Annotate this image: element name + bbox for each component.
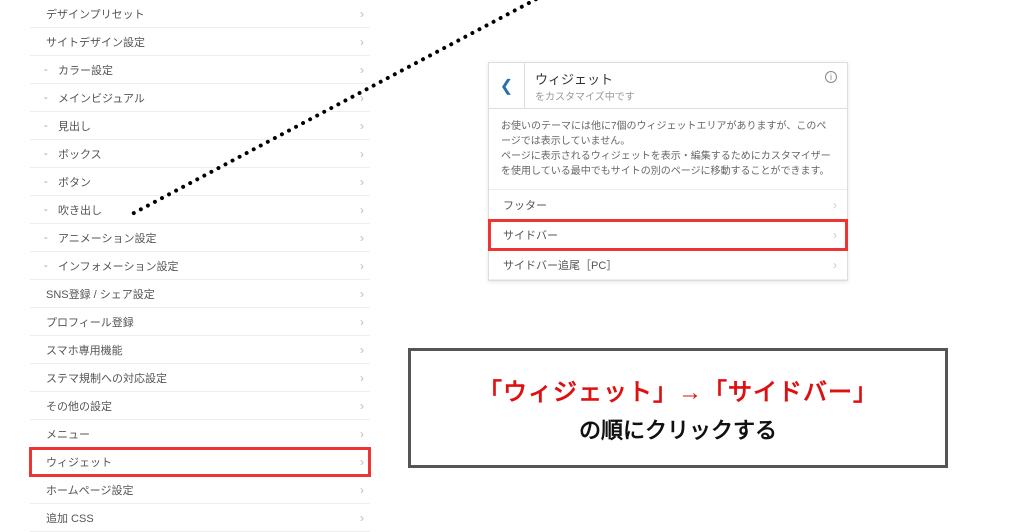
sidebar-item-13[interactable]: ステマ規制への対応設定 › — [30, 364, 370, 392]
sidebar-item-label: 見出し — [58, 118, 91, 134]
sidebar: デザインプリセット›サイトデザイン設定›カラー設定›メインビジュアル›見出し›ボ… — [30, 0, 370, 532]
instruction-callout: 「ウィジェット」→「サイドバー」 の順にクリックする — [408, 348, 948, 468]
sidebar-item-label: ステマ規制への対応設定 — [46, 370, 167, 386]
sidebar-item-label: アニメーション設定 — [58, 230, 157, 246]
chevron-right-icon: › — [360, 148, 364, 160]
panel-title-wrap: ウィジェット をカスタマイズ中です — [525, 69, 847, 103]
chevron-right-icon: › — [360, 260, 364, 272]
sidebar-item-10[interactable]: SNS登録 / シェア設定 › — [30, 280, 370, 308]
sidebar-item-17[interactable]: ホームページ設定 › — [30, 476, 370, 504]
chevron-right-icon: › — [360, 456, 364, 468]
sidebar-item-label: スマホ専用機能 — [46, 342, 123, 358]
chevron-right-icon: › — [360, 120, 364, 132]
sidebar-item-5[interactable]: ボックス › — [30, 140, 370, 168]
panel-header: ❮ ウィジェット をカスタマイズ中です i — [489, 63, 847, 109]
chevron-left-icon: ❮ — [500, 76, 513, 96]
sidebar-item-8[interactable]: アニメーション設定 › — [30, 224, 370, 252]
callout-line-1: 「ウィジェット」→「サイドバー」 — [478, 372, 878, 407]
chevron-right-icon: › — [833, 229, 837, 241]
sidebar-item-label: SNS登録 / シェア設定 — [46, 286, 155, 302]
sidebar-item-label: メインビジュアル — [58, 90, 145, 106]
sidebar-item-label: ボックス — [58, 146, 102, 162]
sidebar-item-6[interactable]: ボタン › — [30, 168, 370, 196]
sidebar-item-16[interactable]: ウィジェット › — [30, 448, 370, 476]
sidebar-item-15[interactable]: メニュー › — [30, 420, 370, 448]
chevron-right-icon: › — [360, 512, 364, 524]
sidebar-item-label: カラー設定 — [58, 62, 113, 78]
back-button[interactable]: ❮ — [489, 63, 525, 109]
chevron-right-icon: › — [833, 199, 837, 211]
sidebar-item-3[interactable]: メインビジュアル › — [30, 84, 370, 112]
sidebar-item-11[interactable]: プロフィール登録 › — [30, 308, 370, 336]
chevron-right-icon: › — [360, 400, 364, 412]
sidebar-item-7[interactable]: 吹き出し › — [30, 196, 370, 224]
chevron-right-icon: › — [360, 36, 364, 48]
sidebar-item-2[interactable]: カラー設定 › — [30, 56, 370, 84]
panel-row-label: サイドバー追尾［PC］ — [503, 257, 617, 273]
sidebar-item-label: ウィジェット — [46, 454, 112, 470]
sidebar-item-label: メニュー — [46, 426, 90, 442]
sidebar-item-label: 吹き出し — [58, 202, 102, 218]
chevron-right-icon: › — [360, 232, 364, 244]
panel-desc-line1: お使いのテーマには他に7個のウィジェットエリアがありますが、このページでは表示し… — [501, 119, 835, 149]
panel-description: お使いのテーマには他に7個のウィジェットエリアがありますが、このページでは表示し… — [489, 109, 847, 190]
info-icon[interactable]: i — [825, 71, 837, 83]
panel-row-label: フッター — [503, 197, 547, 213]
chevron-right-icon: › — [360, 316, 364, 328]
panel-row-2[interactable]: サイドバー追尾［PC］ › — [489, 250, 847, 280]
chevron-right-icon: › — [360, 372, 364, 384]
sidebar-item-12[interactable]: スマホ専用機能 › — [30, 336, 370, 364]
chevron-right-icon: › — [833, 259, 837, 271]
chevron-right-icon: › — [360, 428, 364, 440]
sidebar-item-label: インフォメーション設定 — [58, 258, 178, 274]
widget-panel: ❮ ウィジェット をカスタマイズ中です i お使いのテーマには他に7個のウィジェ… — [488, 62, 848, 281]
sidebar-item-14[interactable]: その他の設定 › — [30, 392, 370, 420]
chevron-right-icon: › — [360, 176, 364, 188]
sidebar-item-label: デザインプリセット — [46, 6, 145, 22]
panel-title: ウィジェット — [535, 69, 837, 88]
sidebar-item-0[interactable]: デザインプリセット › — [30, 0, 370, 28]
sidebar-item-label: その他の設定 — [46, 398, 112, 414]
sidebar-item-18[interactable]: 追加 CSS› — [30, 504, 370, 532]
chevron-right-icon: › — [360, 64, 364, 76]
chevron-right-icon: › — [360, 344, 364, 356]
panel-subtitle: をカスタマイズ中です — [535, 88, 837, 103]
sidebar-item-9[interactable]: インフォメーション設定 › — [30, 252, 370, 280]
callout-line-2: の順にクリックする — [478, 413, 878, 445]
chevron-right-icon: › — [360, 484, 364, 496]
chevron-right-icon: › — [360, 92, 364, 104]
panel-row-label: サイドバー — [503, 227, 558, 243]
sidebar-item-label: ボタン — [58, 174, 91, 190]
sidebar-item-4[interactable]: 見出し › — [30, 112, 370, 140]
sidebar-item-label: プロフィール登録 — [46, 314, 134, 330]
sidebar-item-label: ホームページ設定 — [46, 482, 133, 498]
panel-row-1[interactable]: サイドバー › — [489, 220, 847, 250]
sidebar-item-1[interactable]: サイトデザイン設定 › — [30, 28, 370, 56]
sidebar-item-label: サイトデザイン設定 — [46, 34, 145, 50]
chevron-right-icon: › — [360, 204, 364, 216]
panel-row-0[interactable]: フッター › — [489, 190, 847, 220]
panel-desc-line2: ページに表示されるウィジェットを表示・編集するためにカスタマイザーを使用している… — [501, 149, 835, 179]
chevron-right-icon: › — [360, 8, 364, 20]
chevron-right-icon: › — [360, 288, 364, 300]
